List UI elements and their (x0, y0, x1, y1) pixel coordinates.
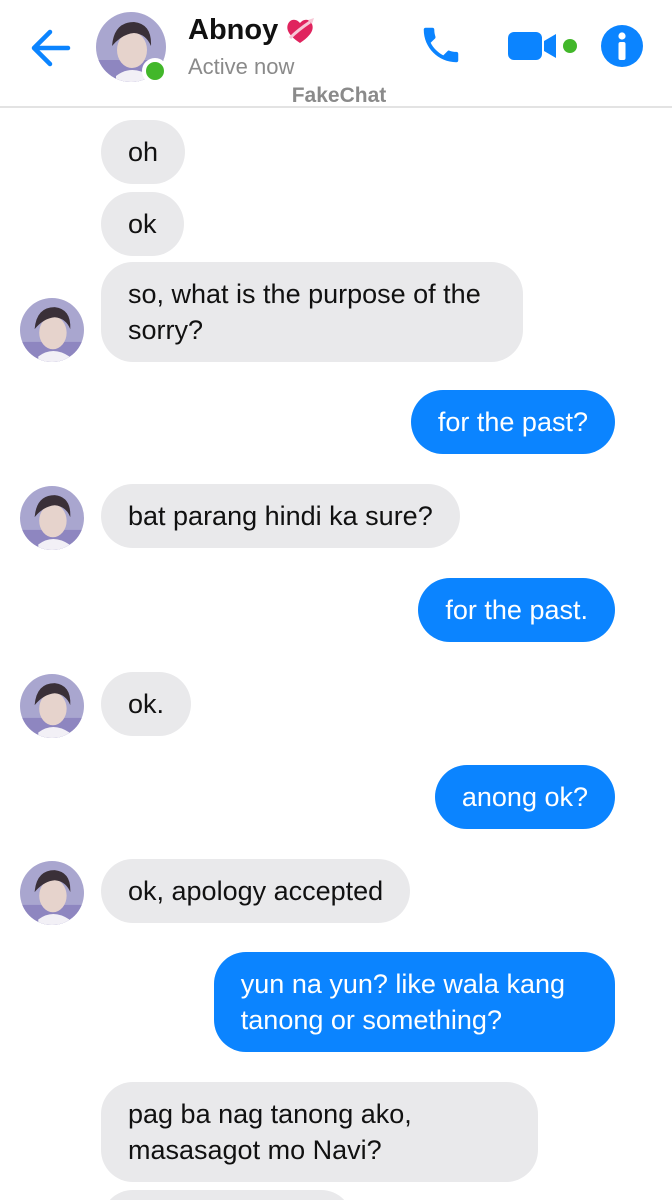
partial-message-bubble (101, 1190, 353, 1200)
incoming-message[interactable]: ok. (101, 672, 192, 736)
info-icon[interactable] (600, 24, 644, 68)
sender-avatar[interactable] (20, 674, 84, 738)
outgoing-message[interactable]: anong ok? (434, 765, 615, 829)
incoming-message[interactable]: oh (101, 120, 186, 184)
sender-avatar[interactable] (20, 861, 84, 925)
incoming-message[interactable]: ok (101, 192, 184, 256)
chat-header: Abnoy Active now FakeChat (0, 0, 672, 108)
incoming-message[interactable]: bat parang hindi ka sure? (101, 484, 460, 548)
outgoing-message[interactable]: yun na yun? like wala kang tanong or som… (213, 952, 615, 1052)
back-arrow-icon[interactable] (28, 26, 72, 70)
incoming-message[interactable]: ok, apology accepted (101, 859, 411, 923)
sender-avatar[interactable] (20, 486, 84, 550)
watermark: FakeChat (291, 84, 387, 107)
online-status-dot (142, 58, 168, 84)
sender-avatar[interactable] (20, 298, 84, 362)
heart-with-ribbon-icon (287, 17, 315, 43)
contact-name[interactable]: Abnoy (188, 14, 316, 47)
phone-icon[interactable] (418, 22, 464, 68)
incoming-message[interactable]: so, what is the purpose of the sorry? (101, 262, 523, 362)
outgoing-message[interactable]: for the past? (410, 390, 615, 454)
active-status: Active now (188, 54, 295, 79)
message-list[interactable]: oh ok so, what is the purpose of the sor… (0, 110, 672, 1200)
incoming-message[interactable]: pag ba nag tanong ako, masasagot mo Navi… (101, 1082, 538, 1182)
video-call-icon[interactable] (506, 26, 582, 66)
outgoing-message[interactable]: for the past. (418, 578, 615, 642)
